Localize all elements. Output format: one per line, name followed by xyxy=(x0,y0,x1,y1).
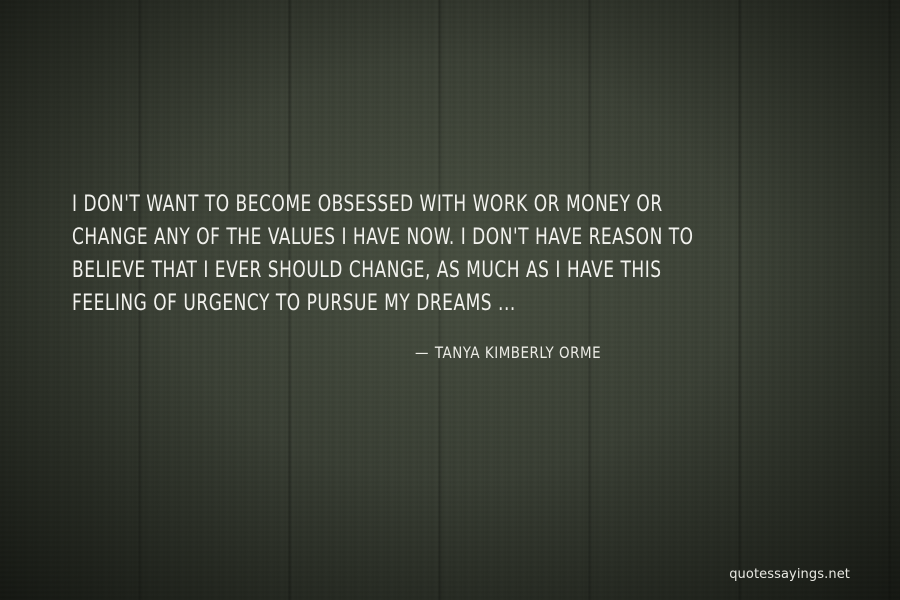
site-watermark: quotessayings.net xyxy=(729,567,850,582)
quote-line-3: BELIEVE THAT I EVER SHOULD CHANGE, AS MU… xyxy=(72,258,662,283)
quote-line-2: CHANGE ANY OF THE VALUES I HAVE NOW. I D… xyxy=(72,225,694,250)
quote-text: I DON'T WANT TO BECOME OBSESSED WITH WOR… xyxy=(72,188,743,320)
author-name: TANYA KIMBERLY ORME xyxy=(434,343,602,362)
quote-line-1: I DON'T WANT TO BECOME OBSESSED WITH WOR… xyxy=(72,192,663,217)
quote-line-4: FEELING OF URGENCY TO PURSUE MY DREAMS .… xyxy=(72,291,516,316)
quote-attribution: — TANYA KIMBERLY ORME xyxy=(415,343,601,362)
attribution-dash: — xyxy=(415,343,429,362)
